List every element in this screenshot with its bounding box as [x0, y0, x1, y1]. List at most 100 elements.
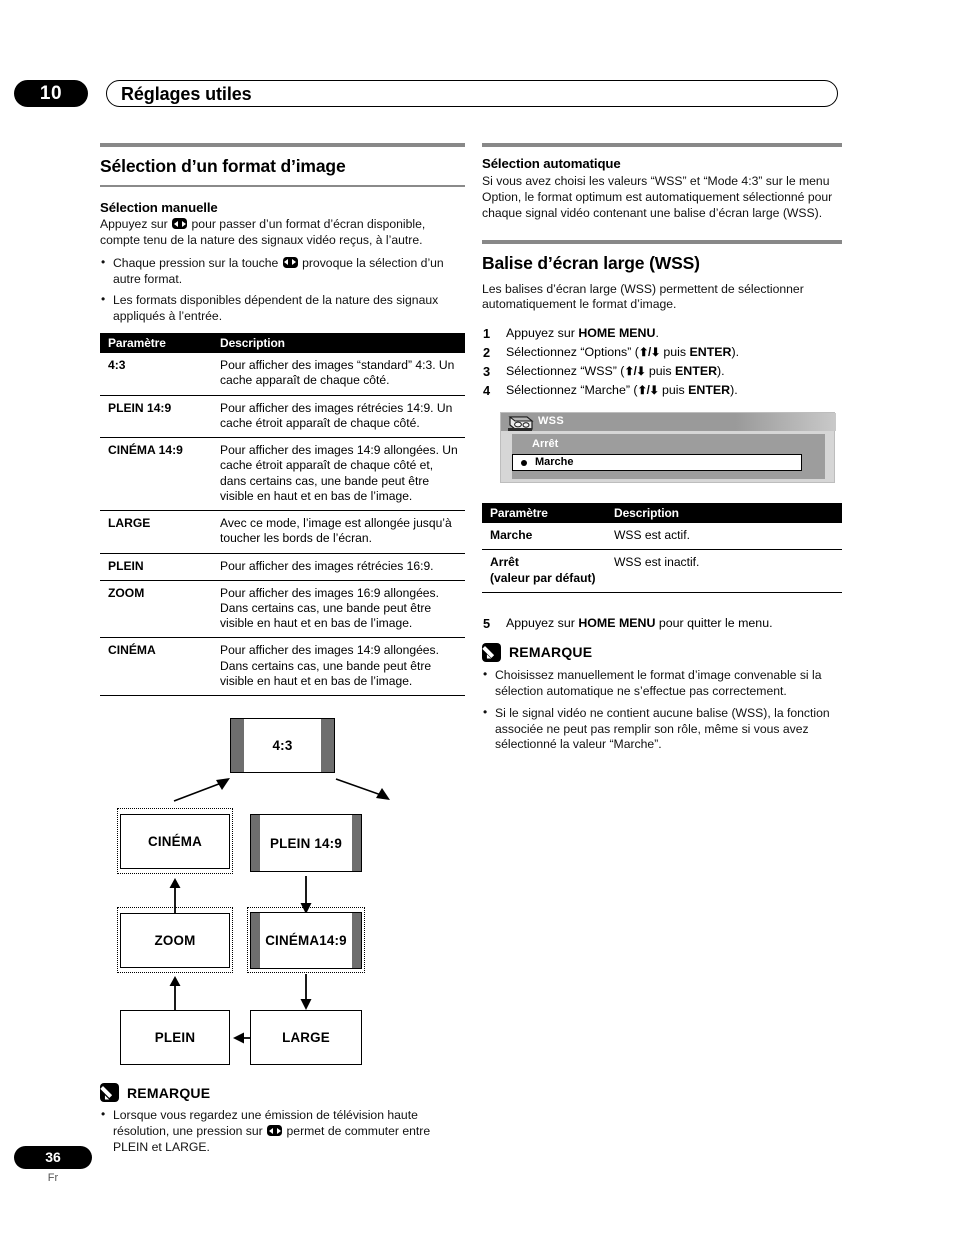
wss-parameter-table: Paramètre Description Marche WSS est act… — [482, 503, 842, 593]
updown-arrows-icon: ⬆/⬇ — [637, 385, 659, 398]
step-bold-token: ENTER — [689, 345, 732, 360]
table-cell-param: PLEIN 14:9 — [100, 395, 210, 439]
table-cell-desc: Pour afficher des images rétrécies 14:9.… — [210, 395, 465, 439]
step-number: 1 — [483, 326, 491, 342]
page-header: 10 Réglages utiles — [0, 80, 954, 110]
table-row: Arrêt (valeur par défaut) WSS est inacti… — [482, 549, 842, 593]
step-text-post: ). — [717, 364, 725, 379]
wss-osd-screenshot: WSS Arrêt Marche — [500, 412, 836, 484]
list-item: Choisissez manuellement le format d’imag… — [482, 667, 842, 700]
arrow-plein-to-zoom — [169, 976, 181, 1011]
table-cell-desc: Pour afficher des images “standard” 4:3.… — [210, 353, 465, 396]
chapter-title-box: Réglages utiles — [106, 80, 838, 107]
table-header-parametre: Paramètre — [100, 333, 210, 354]
section-title-balise-wss: Balise d’écran large (WSS) — [482, 252, 700, 273]
table-row: ZOOM Pour afficher des images 16:9 allon… — [100, 580, 465, 639]
list-item: Lorsque vous regardez une émission de té… — [100, 1107, 465, 1156]
table-header-row: Paramètre Description — [100, 333, 465, 354]
arrow-43-to-plein149 — [335, 778, 390, 801]
osd-body: Arrêt Marche — [512, 434, 825, 480]
pencil-icon — [100, 1083, 119, 1103]
step-number: 2 — [483, 345, 491, 361]
table-row: Marche WSS est actif. — [482, 523, 842, 551]
table-cell-desc: Pour afficher des images 14:9 allongées.… — [210, 637, 465, 697]
remarque-list-left: Lorsque vous regardez une émission de té… — [100, 1107, 465, 1156]
diagram-box-43: 4:3 — [230, 718, 335, 774]
wss-final-step: 5 Appuyez sur HOME MENU pour quitter le m… — [482, 615, 842, 633]
diagram-box-label: CINÉMA — [147, 834, 203, 850]
diagram-box-label: LARGE — [282, 1030, 330, 1046]
step-text-post: . — [655, 326, 659, 341]
table-header-parametre: Paramètre — [482, 503, 604, 524]
table-cell-param: Arrêt (valeur par défaut) — [482, 549, 604, 593]
table-cell-param: LARGE — [100, 510, 210, 554]
table-cell-param: 4:3 — [100, 353, 210, 396]
osd-option-marche[interactable]: Marche — [512, 454, 802, 472]
sidebar-mask-left — [251, 815, 260, 872]
list-item: 4 Sélectionnez “Marche” (⬆/⬇ puis ENTER). — [482, 382, 842, 400]
wss-body-paragraph: Les balises d’écran large (WSS) permette… — [482, 281, 804, 312]
subheading-selection-automatique: Sélection automatique — [482, 156, 621, 171]
arrow-43-to-cinema — [173, 778, 230, 802]
chapter-title: Réglages utiles — [121, 84, 252, 104]
aspect-ratio-icon — [267, 1125, 283, 1136]
step-bold-token: ENTER — [688, 383, 731, 398]
wss-rule-top — [482, 239, 842, 244]
tv-device-icon — [508, 416, 534, 432]
remarque-header-left: REMARQUE — [100, 1083, 465, 1103]
step-text-mid: puis — [659, 345, 690, 360]
left-column: Sélection d’un format d’image Sélection … — [100, 143, 465, 1164]
step-text-mid: puis — [645, 364, 676, 379]
diagram-box-zoom: ZOOM — [120, 913, 230, 969]
step-text-post: pour quitter le menu. — [655, 615, 773, 630]
diagram-box-cinema: CINÉMA — [120, 814, 230, 870]
step-text-mid: puis — [658, 383, 689, 398]
manual-bullet-list: Chaque pression sur la touche provoque l… — [100, 255, 465, 325]
diagram-box-label: 4:3 — [272, 738, 293, 754]
right-column: Sélection automatique Si vous avez chois… — [482, 143, 842, 761]
wss-steps-list: 1 Appuyez sur HOME MENU. 2 Sélectionnez “O… — [482, 325, 842, 400]
diagram-box-label: ZOOM — [154, 933, 196, 949]
manual-bullet1-pre: Chaque pression sur la touche — [113, 255, 279, 270]
sidebar-mask-right — [352, 815, 361, 872]
chapter-number-badge: 10 — [14, 80, 88, 107]
step-text-post: ). — [731, 345, 740, 360]
auto-rule-top — [482, 143, 842, 147]
manual-intro-pre: Appuyez sur — [100, 217, 168, 231]
table-row: LARGE Avec ce mode, l’image est allongée… — [100, 510, 465, 554]
table-cell-desc: Pour afficher des images 14:9 allongées.… — [210, 437, 465, 512]
step-text-pre: Sélectionnez “WSS” ( — [506, 364, 625, 379]
remarque-label: REMARQUE — [127, 1084, 211, 1101]
diagram-box-large: LARGE — [250, 1010, 362, 1066]
sidebar-mask-left — [251, 913, 260, 969]
section-rule-bottom — [100, 185, 465, 187]
table-header-description: Description — [210, 333, 465, 354]
section-rule-top — [100, 143, 465, 147]
table-cell-param-line2: (valeur par défaut) — [490, 570, 596, 585]
aspect-cycle-diagram: 4:3 CINÉMA PLEIN 14:9 ZOOM CINÉMA14:9 PL… — [100, 718, 465, 1073]
arrow-cinema149-to-large — [300, 974, 312, 1011]
table-row: PLEIN 14:9 Pour afficher des images rétr… — [100, 395, 465, 439]
list-item: 5 Appuyez sur HOME MENU pour quitter le m… — [482, 615, 842, 633]
language-code: Fr — [47, 1172, 59, 1184]
diagram-box-cinema149: CINÉMA14:9 — [250, 912, 362, 970]
aspect-ratio-icon — [282, 256, 298, 268]
table-cell-param: ZOOM — [100, 580, 210, 639]
aspect-ratio-icon — [172, 218, 188, 229]
remarque-label: REMARQUE — [509, 644, 593, 661]
diagram-box-label: CINÉMA14:9 — [265, 933, 347, 949]
list-item: Chaque pression sur la touche provoque l… — [100, 255, 465, 288]
list-item: 2 Sélectionnez “Options” (⬆/⬇ puis ENTER)… — [482, 344, 842, 362]
list-item: Les formats disponibles dépendent de la … — [100, 292, 465, 325]
step-bold-token: HOME MENU — [578, 326, 656, 341]
table-cell-param: CINÉMA 14:9 — [100, 437, 210, 512]
remarque-list-right: Choisissez manuellement le format d’imag… — [482, 667, 842, 753]
step-number: 3 — [483, 364, 491, 380]
table-cell-desc: WSS est actif. — [604, 523, 842, 551]
osd-option-arret[interactable]: Arrêt — [532, 438, 558, 450]
section-title-format-image: Sélection d’un format d’image — [100, 156, 346, 176]
page-number-badge: 36 — [14, 1146, 92, 1169]
table-cell-desc: WSS est inactif. — [604, 549, 842, 593]
table-cell-desc: Pour afficher des images rétrécies 16:9. — [210, 553, 465, 581]
step-text-post: ). — [730, 383, 738, 398]
